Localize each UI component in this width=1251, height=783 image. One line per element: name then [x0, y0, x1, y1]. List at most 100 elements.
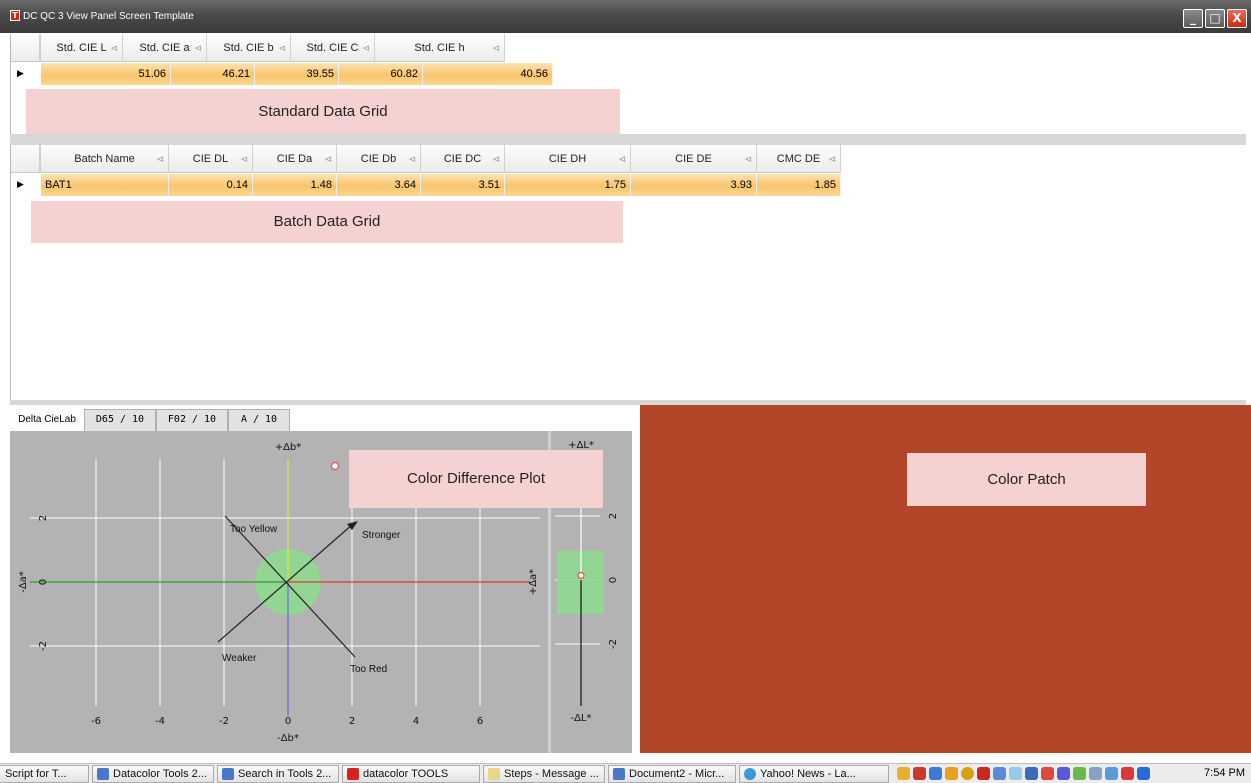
- annotation-stronger: Stronger: [362, 530, 401, 541]
- antivirus-icon[interactable]: [1041, 767, 1054, 780]
- shield-icon[interactable]: [897, 767, 910, 780]
- table-cell[interactable]: 40.56: [423, 63, 553, 85]
- hue-diagonal: [224, 515, 356, 658]
- tab-d65-10[interactable]: D65 / 10: [84, 409, 156, 431]
- pin-icon[interactable]: ⊲: [194, 34, 202, 62]
- pin-icon[interactable]: ⊲: [156, 145, 164, 173]
- column-header[interactable]: Std. CIE h ⊲: [375, 34, 505, 62]
- column-header-label: CIE Da: [276, 153, 313, 165]
- network-icon[interactable]: [913, 767, 926, 780]
- annotation-too-red: Too Red: [350, 664, 387, 675]
- x-tick-label: 6: [477, 716, 483, 727]
- table-cell[interactable]: 1.48: [253, 174, 337, 196]
- pin-icon[interactable]: ⊲: [828, 145, 836, 173]
- taskbar-item[interactable]: Script for T...: [0, 765, 89, 783]
- l-tick-label: -2: [608, 639, 619, 649]
- browser-icon: [744, 768, 756, 780]
- taskbar-item-label: Script for T...: [5, 768, 67, 780]
- table-row[interactable]: ▶ BAT1 0.14 1.48 3.64 3.51 1.75 3.93 1.8…: [11, 174, 841, 196]
- table-row[interactable]: ▶ 51.06 46.21 39.55 60.82 40.56: [11, 63, 553, 85]
- table-cell[interactable]: 46.21: [171, 63, 255, 85]
- table-cell[interactable]: 60.82: [339, 63, 423, 85]
- column-header[interactable]: Std. CIE L ⊲: [41, 34, 123, 62]
- table-cell[interactable]: 51.06: [41, 63, 171, 85]
- tab-a-10[interactable]: A / 10: [228, 409, 290, 431]
- l-tick-label: 0: [608, 577, 619, 583]
- pin-icon[interactable]: ⊲: [408, 145, 416, 173]
- table-cell[interactable]: 1.75: [505, 174, 631, 196]
- pin-icon[interactable]: ⊲: [492, 34, 500, 62]
- update-icon[interactable]: [1073, 767, 1086, 780]
- y-tick-label: 2: [38, 515, 49, 521]
- x-tick-label: 2: [349, 716, 355, 727]
- pin-icon[interactable]: ⊲: [744, 145, 752, 173]
- column-header[interactable]: Std. CIE C ⊲: [291, 34, 375, 62]
- column-header[interactable]: CIE DC ⊲: [421, 145, 505, 173]
- taskbar-item[interactable]: datacolor TOOLS: [342, 765, 480, 783]
- taskbar-item-label: Search in Tools 2...: [238, 768, 332, 780]
- word-icon: [97, 768, 109, 780]
- table-cell[interactable]: 3.93: [631, 174, 757, 196]
- x-tick-label: -4: [155, 716, 165, 727]
- taskbar-item[interactable]: Yahoo! News - La...: [739, 765, 889, 783]
- column-header[interactable]: CIE DH ⊲: [505, 145, 631, 173]
- speaker-icon[interactable]: [1025, 767, 1038, 780]
- minimize-button[interactable]: _: [1183, 9, 1203, 28]
- clock-app-icon[interactable]: [945, 767, 958, 780]
- column-header[interactable]: CIE Da ⊲: [253, 145, 337, 173]
- monitor-icon[interactable]: [993, 767, 1006, 780]
- taskbar-item[interactable]: Search in Tools 2...: [217, 765, 339, 783]
- pin-icon[interactable]: ⊲: [240, 145, 248, 173]
- usb-icon[interactable]: [1089, 767, 1102, 780]
- table-cell[interactable]: 3.64: [337, 174, 421, 196]
- globe-icon[interactable]: [961, 767, 974, 780]
- taskbar-item-label: datacolor TOOLS: [363, 768, 449, 780]
- table-cell[interactable]: 0.14: [169, 174, 253, 196]
- maximize-button[interactable]: □: [1205, 9, 1225, 28]
- column-header[interactable]: CMC DE ⊲: [757, 145, 841, 173]
- color-difference-plot: Too Yellow Stronger Weaker Too Red +Δb* -Δb* -…: [10, 431, 632, 753]
- tab-f02-10[interactable]: F02 / 10: [156, 409, 228, 431]
- table-cell[interactable]: 39.55: [255, 63, 339, 85]
- panel-splitter[interactable]: [10, 134, 1246, 145]
- title-bar: T DC QC 3 View Panel Screen Template _ □…: [0, 0, 1251, 33]
- column-header[interactable]: Std. CIE b ⊲: [207, 34, 291, 62]
- standard-data-grid: Std. CIE L ⊲ Std. CIE a ⊲ Std. CIE b ⊲ Std.…: [10, 34, 1246, 135]
- close-button[interactable]: X: [1227, 9, 1247, 28]
- table-cell[interactable]: BAT1: [41, 174, 169, 196]
- taskbar-item[interactable]: Steps - Message ...: [483, 765, 605, 783]
- pin-icon[interactable]: ⊲: [278, 34, 286, 62]
- pin-icon[interactable]: ⊲: [362, 34, 370, 62]
- y-tick-label: 0: [38, 579, 49, 585]
- settings-icon[interactable]: [1057, 767, 1070, 780]
- pin-icon[interactable]: ⊲: [324, 145, 332, 173]
- color-patch-label: Color Patch: [907, 453, 1146, 506]
- column-header[interactable]: CIE DE ⊲: [631, 145, 757, 173]
- tab-delta-cielab[interactable]: Delta CieLab: [10, 409, 84, 431]
- column-header[interactable]: Std. CIE a ⊲: [123, 34, 207, 62]
- taskbar-item[interactable]: Datacolor Tools 2...: [92, 765, 214, 783]
- chroma-diagonal: [217, 523, 354, 643]
- window-icon[interactable]: [929, 767, 942, 780]
- column-header-label: Std. CIE L: [56, 42, 107, 54]
- pin-icon[interactable]: ⊲: [110, 34, 118, 62]
- column-header[interactable]: CIE DL ⊲: [169, 145, 253, 173]
- system-tray: 7:54 PM: [892, 765, 1251, 783]
- pointer-icon[interactable]: [1105, 767, 1118, 780]
- pin-icon[interactable]: ⊲: [492, 145, 500, 173]
- taskbar-item-label: Datacolor Tools 2...: [113, 768, 207, 780]
- table-cell[interactable]: 1.85: [757, 174, 841, 196]
- batch-data-grid: Batch Name ⊲ CIE DL ⊲ CIE Da ⊲ CIE Db ⊲ CIE …: [10, 145, 1246, 400]
- security-icon[interactable]: [1121, 767, 1134, 780]
- column-header-label: Batch Name: [74, 153, 135, 165]
- taskbar-item-label: Steps - Message ...: [504, 768, 599, 780]
- acrobat-icon[interactable]: [977, 767, 990, 780]
- table-cell[interactable]: 3.51: [421, 174, 505, 196]
- pin-icon[interactable]: ⊲: [618, 145, 626, 173]
- sync-icon[interactable]: [1009, 767, 1022, 780]
- column-header[interactable]: Batch Name ⊲: [41, 145, 169, 173]
- annotation-too-yellow: Too Yellow: [230, 524, 278, 535]
- column-header[interactable]: CIE Db ⊲: [337, 145, 421, 173]
- taskbar-item[interactable]: Document2 - Micr...: [608, 765, 736, 783]
- desktop-icon[interactable]: [1137, 767, 1150, 780]
